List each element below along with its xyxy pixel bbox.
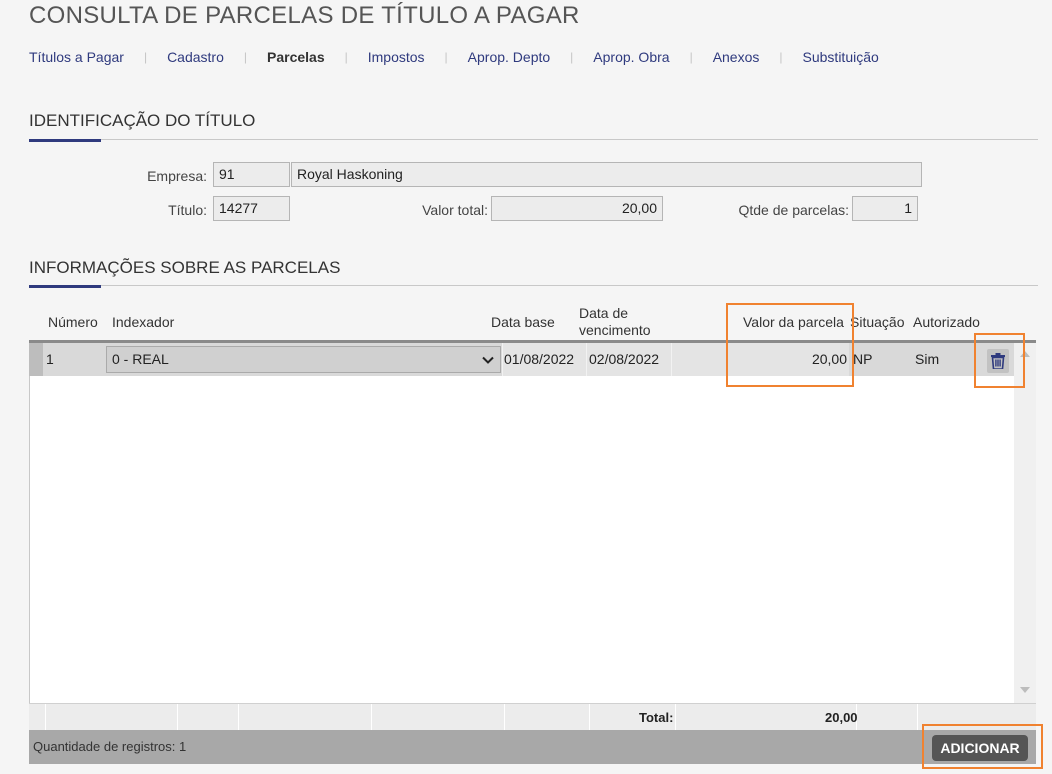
- cell-numero: 1: [46, 351, 54, 367]
- cell-autorizado: Sim: [915, 351, 940, 367]
- record-count: Quantidade de registros: 1: [33, 739, 187, 754]
- column-header-valor-parcela[interactable]: Valor da parcela: [743, 314, 844, 331]
- valor-total-label: Valor total:: [422, 202, 488, 218]
- table-row[interactable]: 1 0 - REAL 01/08/2022 02/08/2022 20,00 N…: [29, 343, 1014, 376]
- scroll-down-arrow-icon[interactable]: [1020, 687, 1030, 693]
- tab-separator: |: [444, 50, 448, 64]
- tab-substituicao[interactable]: Substituição: [803, 49, 879, 65]
- valor-total-field: 20,00: [491, 196, 663, 221]
- tab-separator: |: [570, 50, 574, 64]
- tab-anexos[interactable]: Anexos: [713, 49, 760, 65]
- qtde-parcelas-label: Qtde de parcelas:: [738, 202, 849, 218]
- grid-status-bar: Quantidade de registros: 1 ADICIONAR: [29, 730, 1036, 764]
- indexador-select[interactable]: 0 - REAL: [106, 346, 501, 373]
- tab-aprop-depto[interactable]: Aprop. Depto: [468, 49, 551, 65]
- tab-separator: |: [143, 50, 148, 64]
- footer-divider: [371, 704, 372, 731]
- footer-divider: [589, 704, 590, 731]
- scroll-up-arrow-icon[interactable]: [1020, 351, 1030, 357]
- row-selector[interactable]: [29, 343, 43, 376]
- footer-divider: [238, 704, 239, 731]
- empresa-label: Empresa:: [147, 168, 207, 184]
- tab-separator: |: [344, 50, 348, 64]
- titulo-field: 14277: [213, 196, 290, 221]
- empresa-code-field: 91: [213, 162, 290, 187]
- column-header-situacao[interactable]: Situação: [850, 314, 904, 331]
- qtde-parcelas-field: 1: [852, 196, 918, 221]
- grid-scrollbar[interactable]: [1014, 343, 1036, 703]
- page-title: CONSULTA DE PARCELAS DE TÍTULO A PAGAR: [29, 2, 580, 29]
- footer-divider: [504, 704, 505, 731]
- column-header-autorizado[interactable]: Autorizado: [913, 314, 980, 331]
- tab-aprop-obra[interactable]: Aprop. Obra: [593, 49, 669, 65]
- trash-icon: [991, 353, 1005, 369]
- cell-data-vencimento: 02/08/2022: [586, 343, 671, 376]
- cell-situacao: NP: [853, 351, 873, 367]
- total-label: Total:: [639, 710, 674, 725]
- cell-valor-parcela: 20,00: [671, 343, 849, 376]
- cell-data-base: 01/08/2022: [502, 343, 586, 376]
- section-title-identificacao: IDENTIFICAÇÃO DO TÍTULO: [29, 111, 256, 130]
- footer-divider: [45, 704, 46, 731]
- tab-cadastro[interactable]: Cadastro: [167, 49, 224, 65]
- section-accent: [29, 139, 101, 142]
- tab-separator: |: [689, 50, 693, 64]
- section-title-parcelas: INFORMAÇÕES SOBRE AS PARCELAS: [29, 258, 341, 277]
- footer-divider: [917, 704, 918, 731]
- column-header-numero[interactable]: Número: [48, 314, 98, 331]
- indexador-select-value: 0 - REAL: [112, 351, 169, 367]
- column-header-indexador[interactable]: Indexador: [112, 314, 174, 331]
- section-divider: [29, 285, 1038, 286]
- section-accent: [29, 285, 101, 288]
- tab-separator: |: [779, 50, 783, 64]
- tab-nav: Títulos a Pagar | Cadastro | Parcelas | …: [29, 49, 879, 65]
- column-header-data-base[interactable]: Data base: [491, 314, 555, 331]
- titulo-label: Título:: [168, 202, 207, 218]
- footer-divider: [177, 704, 178, 731]
- column-header-data-vencimento[interactable]: Data de vencimento: [579, 305, 669, 339]
- section-divider: [29, 139, 1038, 140]
- parcelas-grid: [29, 343, 1014, 703]
- add-button[interactable]: ADICIONAR: [932, 735, 1028, 761]
- tab-parcelas[interactable]: Parcelas: [267, 49, 325, 65]
- chevron-down-icon: [482, 356, 494, 364]
- empresa-name-field: Royal Haskoning: [291, 162, 922, 187]
- tab-impostos[interactable]: Impostos: [368, 49, 425, 65]
- totals-row: Total: 20,00: [29, 703, 1036, 731]
- tab-separator: |: [243, 50, 247, 64]
- total-value: 20,00: [825, 710, 858, 725]
- tab-titulos-a-pagar[interactable]: Títulos a Pagar: [29, 49, 124, 65]
- footer-divider: [675, 704, 676, 731]
- delete-row-button[interactable]: [987, 349, 1009, 373]
